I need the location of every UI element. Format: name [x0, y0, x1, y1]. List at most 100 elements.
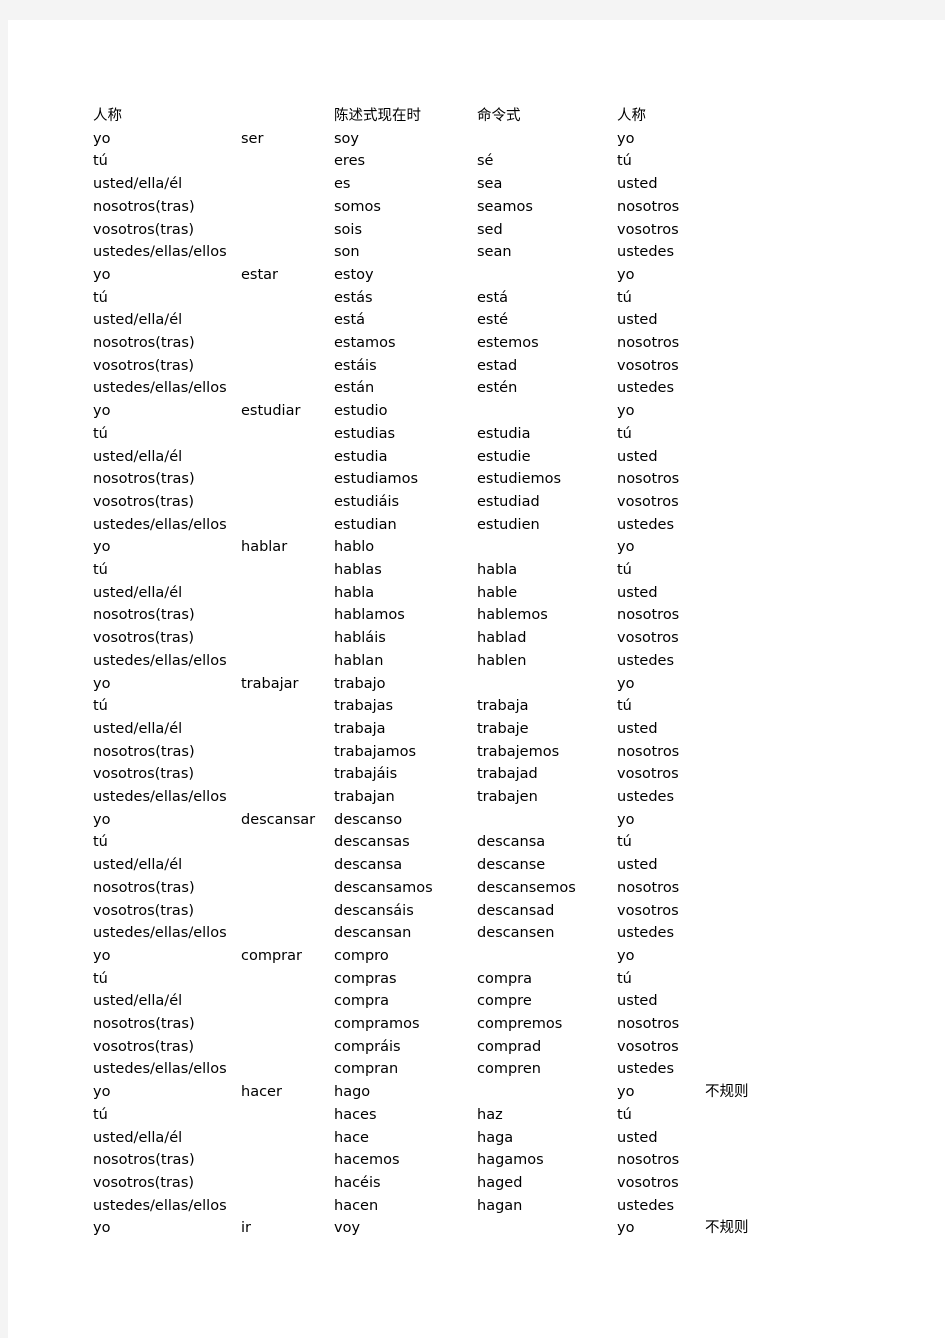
cell-person: yo — [93, 675, 111, 692]
cell-person-right: vosotros — [617, 493, 679, 510]
cell-person-right: tú — [617, 970, 632, 987]
table-row: usted/ella/él compra compre usted — [8, 990, 945, 1013]
cell-person: tú — [93, 562, 108, 578]
cell-person-right: vosotros — [617, 630, 679, 647]
cell-person-right: nosotros — [617, 198, 680, 215]
table-row: tú descansas descansa tú — [8, 831, 945, 854]
table-row: nosotros(tras) estamos estemos nosotros — [8, 332, 945, 355]
cell-person: nosotros(tras) — [93, 1016, 195, 1032]
cell-imperative: hable — [477, 584, 518, 601]
table-row: vosotros(tras) trabajáis trabajad vosotros — [8, 763, 945, 786]
cell-person-right: nosotros — [617, 879, 680, 896]
cell-indicative-present: hacen — [334, 1197, 379, 1214]
cell-indicative-present: compráis — [334, 1038, 401, 1055]
cell-note: 不规则 — [705, 1084, 749, 1101]
table-row: tú eres sé tú — [8, 150, 945, 173]
cell-imperative: hagamos — [477, 1152, 544, 1169]
cell-person-right: nosotros — [617, 607, 680, 624]
cell-imperative: esté — [477, 312, 509, 329]
cell-imperative: estad — [477, 357, 518, 374]
table-row: ustedes/ellas/ellos descansan descansen ust… — [8, 922, 945, 945]
cell-person: vosotros(tras) — [93, 630, 195, 647]
cell-indicative-present: descansamos — [334, 879, 433, 896]
cell-person: yo — [93, 266, 111, 283]
table-row: nosotros(tras) compramos compremos nosotros — [8, 1013, 945, 1036]
cell-person: tú — [93, 834, 108, 851]
table-row: tú hablas habla tú — [8, 559, 945, 582]
table-row: yo ser soy yo — [8, 128, 945, 151]
cell-imperative: compren — [477, 1061, 541, 1078]
cell-imperative: habla — [477, 562, 518, 578]
cell-imperative: descansen — [477, 925, 555, 942]
cell-imperative: sea — [477, 176, 503, 193]
cell-person: nosotros(tras) — [93, 879, 195, 896]
cell-indicative-present: habla — [334, 584, 375, 601]
cell-person-right: vosotros — [617, 766, 679, 783]
cell-imperative: sé — [477, 153, 494, 170]
cell-person-right: ustedes — [617, 380, 675, 397]
header-cell-person-right: 人称 — [617, 108, 646, 124]
cell-person: yo — [93, 539, 111, 556]
cell-person-right: usted — [617, 584, 658, 601]
table-row: vosotros(tras) sois sed vosotros — [8, 219, 945, 242]
cell-person-right: ustedes — [617, 789, 675, 805]
cell-verb: ir — [241, 1220, 251, 1237]
cell-indicative-present: hablas — [334, 562, 382, 578]
cell-indicative-present: estás — [334, 289, 373, 306]
cell-indicative-present: descansa — [334, 857, 403, 874]
cell-person: ustedes/ellas/ellos — [93, 789, 227, 805]
cell-person: usted/ella/él — [93, 993, 183, 1010]
cell-person-right: usted — [617, 448, 658, 465]
cell-person-right: yo — [617, 811, 635, 828]
cell-person: tú — [93, 289, 108, 306]
table-row: yo descansar descanso yo — [8, 809, 945, 832]
cell-imperative: seamos — [477, 198, 533, 215]
cell-person-right: usted — [617, 993, 658, 1010]
cell-imperative: haz — [477, 1106, 503, 1123]
cell-person: ustedes/ellas/ellos — [93, 925, 227, 942]
cell-person-right: usted — [617, 176, 658, 193]
cell-person-right: tú — [617, 562, 632, 578]
cell-indicative-present: trabajan — [334, 789, 395, 805]
cell-indicative-present: hacemos — [334, 1152, 400, 1169]
cell-indicative-present: hacéis — [334, 1174, 381, 1191]
cell-person-right: tú — [617, 834, 632, 851]
cell-person-right: tú — [617, 425, 632, 442]
table-row: nosotros(tras) trabajamos trabajemos nosotr… — [8, 741, 945, 764]
table-row: yo trabajar trabajo yo — [8, 673, 945, 696]
cell-indicative-present: hablan — [334, 652, 384, 669]
cell-person: nosotros(tras) — [93, 471, 195, 488]
cell-verb: estar — [241, 266, 279, 283]
cell-person: ustedes/ellas/ellos — [93, 652, 227, 669]
cell-person: tú — [93, 698, 108, 715]
cell-person-right: yo — [617, 403, 635, 420]
cell-person-right: vosotros — [617, 357, 679, 374]
cell-indicative-present: estudia — [334, 448, 388, 465]
cell-verb: comprar — [241, 947, 302, 964]
cell-person: nosotros(tras) — [93, 335, 195, 351]
cell-person-right: ustedes — [617, 652, 675, 669]
cell-indicative-present: voy — [334, 1220, 361, 1237]
table-row: nosotros(tras) hacemos hagamos nosotros — [8, 1149, 945, 1172]
cell-person: usted/ella/él — [93, 720, 183, 737]
cell-person: vosotros(tras) — [93, 221, 195, 238]
table-row: ustedes/ellas/ellos estudian estudien usted… — [8, 514, 945, 537]
table-row: vosotros(tras) estudiáis estudiad vosotros — [8, 491, 945, 514]
table-row: usted/ella/él trabaja trabaje usted — [8, 718, 945, 741]
cell-imperative: estudie — [477, 448, 531, 465]
cell-imperative: compre — [477, 993, 532, 1010]
table-row: tú compras compra tú — [8, 968, 945, 991]
cell-imperative: hablemos — [477, 607, 548, 624]
cell-person: vosotros(tras) — [93, 493, 195, 510]
cell-indicative-present: somos — [334, 198, 381, 215]
table-row: vosotros(tras) compráis comprad vosotros — [8, 1036, 945, 1059]
table-row: vosotros(tras) habláis hablad vosotros — [8, 627, 945, 650]
table-row: ustedes/ellas/ellos trabajan trabajen usted… — [8, 786, 945, 809]
cell-person-right: ustedes — [617, 1197, 675, 1214]
cell-indicative-present: compramos — [334, 1016, 420, 1032]
cell-indicative-present: trabajáis — [334, 766, 398, 783]
cell-person: vosotros(tras) — [93, 766, 195, 783]
table-row: usted/ella/él descansa descanse usted — [8, 854, 945, 877]
cell-verb: descansar — [241, 811, 316, 828]
cell-indicative-present: compran — [334, 1061, 399, 1078]
